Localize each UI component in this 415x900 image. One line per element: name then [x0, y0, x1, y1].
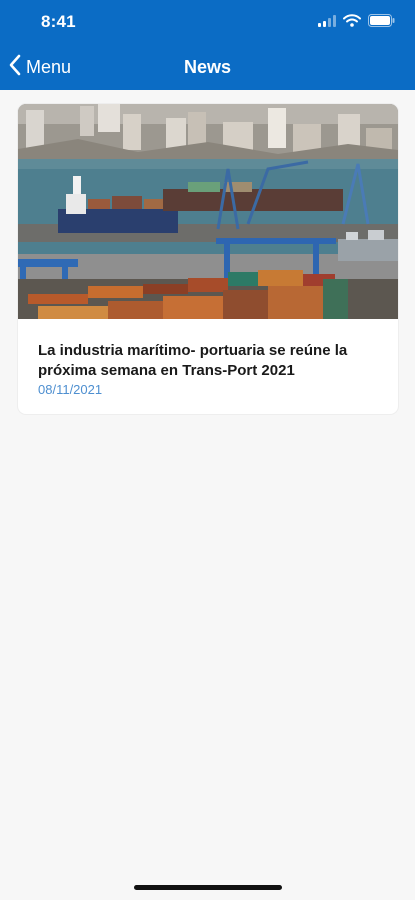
- news-body: La industria marítimo- portuaria se reún…: [18, 319, 398, 398]
- news-card[interactable]: La industria marítimo- portuaria se reún…: [18, 104, 398, 414]
- battery-icon: [368, 14, 395, 32]
- status-bar: 8:41: [0, 0, 415, 44]
- news-image: [18, 104, 398, 319]
- news-list: La industria marítimo- portuaria se reún…: [18, 104, 398, 414]
- news-date: 08/11/2021: [38, 382, 103, 397]
- signal-icon: [318, 14, 336, 32]
- home-indicator: [134, 885, 282, 890]
- news-title: La industria marítimo- portuaria se reún…: [38, 342, 348, 379]
- status-icons: [318, 14, 395, 32]
- header: 8:41 Menu News: [0, 0, 415, 90]
- wifi-icon: [343, 14, 361, 32]
- nav-bar: Menu News: [0, 46, 415, 90]
- page-title: News: [183, 57, 232, 77]
- status-time: 8:41: [41, 12, 76, 31]
